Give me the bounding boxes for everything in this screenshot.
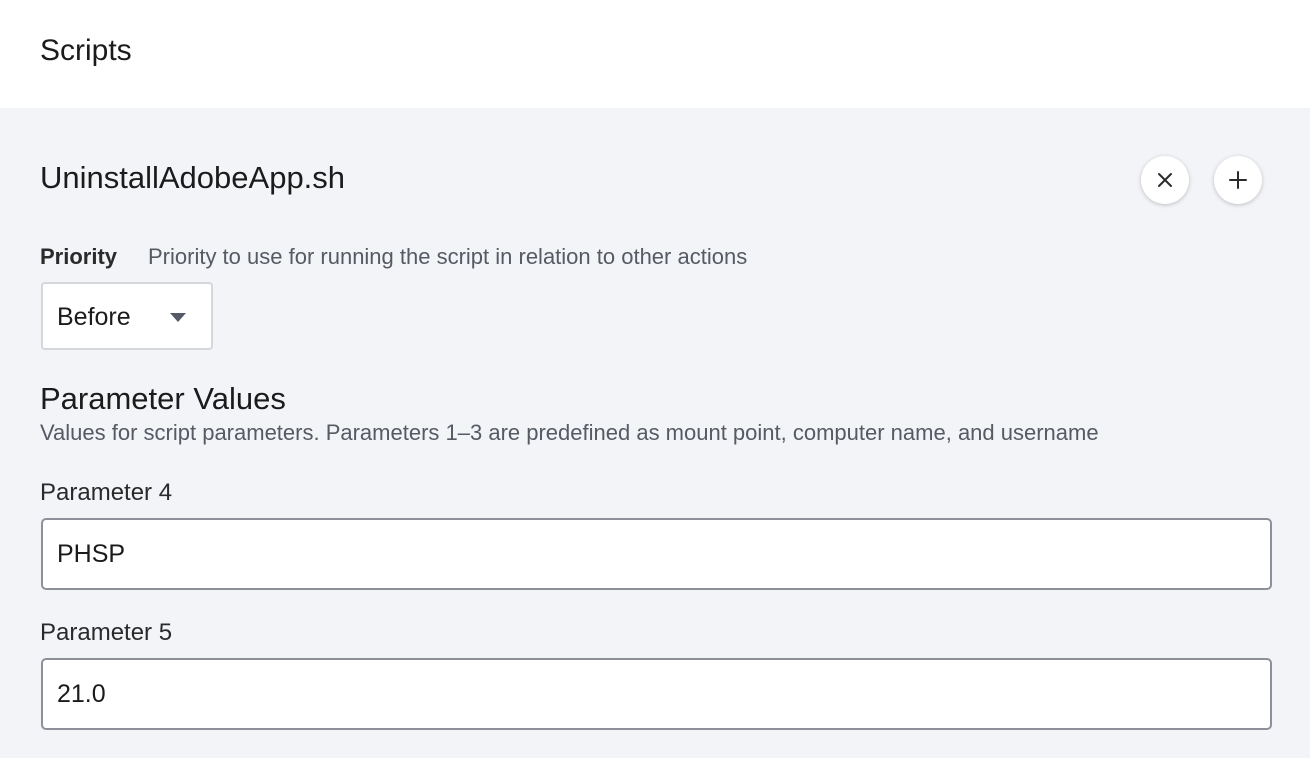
parameter-4-label: Parameter 4 xyxy=(40,479,173,506)
page-header: Scripts xyxy=(0,0,1310,108)
close-icon xyxy=(1158,173,1172,187)
parameter-5-label: Parameter 5 xyxy=(40,619,173,646)
caret-down-icon xyxy=(170,313,186,322)
priority-selected-value: Before xyxy=(57,303,131,331)
page-title: Scripts xyxy=(40,34,132,67)
priority-label: Priority xyxy=(40,244,118,269)
priority-description: Priority to use for running the script i… xyxy=(148,244,748,269)
script-panel: UninstallAdobeApp.sh Priority Priority t… xyxy=(0,108,1310,758)
add-script-button[interactable] xyxy=(1214,156,1262,204)
plus-icon xyxy=(1229,171,1247,189)
script-name: UninstallAdobeApp.sh xyxy=(40,160,346,195)
parameter-values-title: Parameter Values xyxy=(40,381,286,416)
remove-script-button[interactable] xyxy=(1141,156,1189,204)
parameter-5-input[interactable] xyxy=(41,658,1272,730)
priority-select[interactable]: Before xyxy=(41,282,213,350)
parameter-4-input[interactable] xyxy=(41,518,1272,590)
parameter-values-description: Values for script parameters. Parameters… xyxy=(40,420,1099,445)
